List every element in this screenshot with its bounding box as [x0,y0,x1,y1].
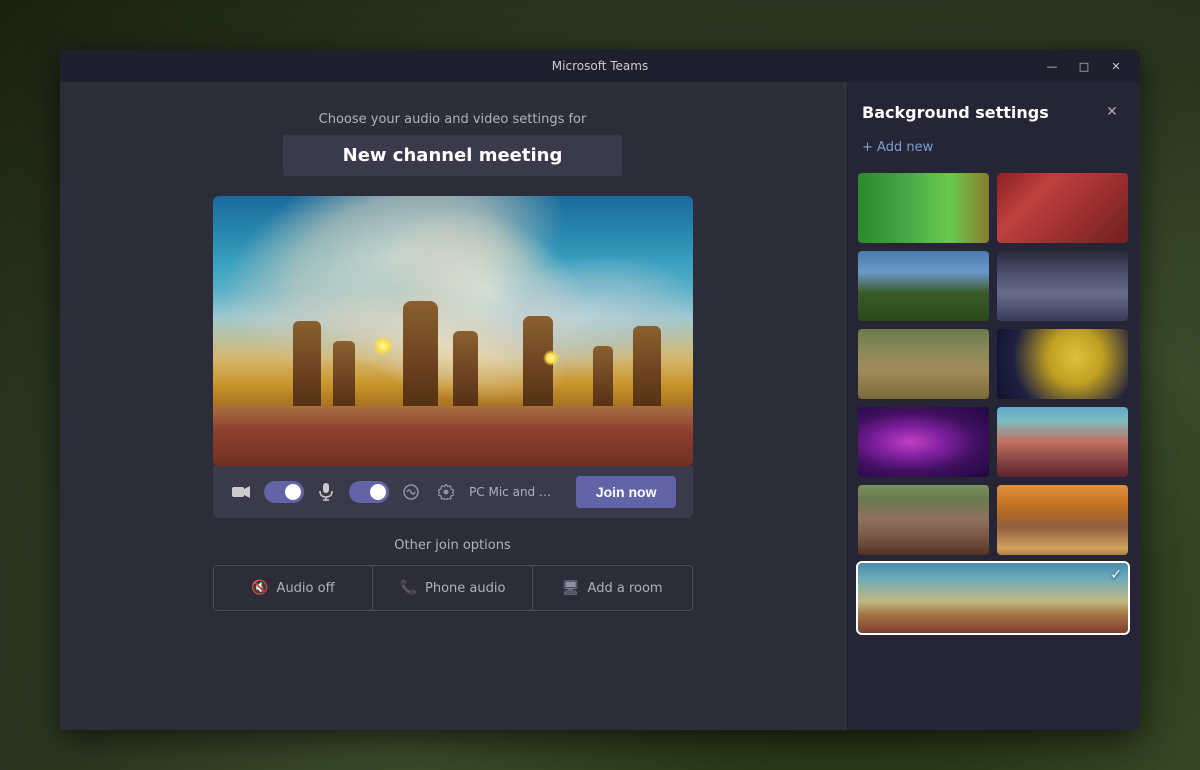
background-settings-panel: Background settings ✕ + Add new [845,82,1140,730]
meeting-title: New channel meeting [343,145,563,166]
bg-thumb-green-bar[interactable] [858,173,989,243]
window-title: Microsoft Teams [552,59,648,73]
bg-row-1 [858,251,1128,321]
selected-checkmark: ✓ [1110,567,1122,583]
join-now-button[interactable]: Join now [576,476,677,508]
rock-6 [593,346,613,411]
bg-thumb-scifi-arch[interactable] [997,251,1128,321]
bg-thumb-desert-swirl[interactable]: ✓ [858,563,1128,633]
bg-row-0 [858,173,1128,243]
audio-off-icon: 🔇 [251,580,268,596]
add-room-icon: 🖥 [562,580,580,596]
audio-device-label: PC Mic and Sp... [469,485,556,499]
noise-cancellation-icon[interactable] [399,478,424,506]
ground [213,406,693,466]
phone-audio-icon: 📞 [400,580,417,596]
mic-toggle[interactable] [349,481,389,503]
sun-glow-2 [543,350,559,366]
bg-panel-header: Background settings ✕ [846,82,1140,136]
bg-thumb-fantasy[interactable] [997,485,1128,555]
maximize-button[interactable]: □ [1072,54,1096,78]
application-window: Microsoft Teams — □ ✕ Choose your audio … [60,50,1140,730]
sun-glow-1 [373,336,393,356]
add-room-option[interactable]: 🖥 Add a room [533,566,692,610]
bg-row-4 [858,485,1128,555]
bg-panel-title: Background settings [862,103,1049,122]
video-toggle[interactable] [264,481,304,503]
audio-off-option[interactable]: 🔇 Audio off [214,566,374,610]
bg-row-3 [858,407,1128,477]
rock-3 [403,301,438,411]
rock-2 [333,341,355,411]
bg-row-5: ✓ [858,563,1128,633]
add-room-label: Add a room [588,581,663,596]
rock-7 [633,326,661,411]
rock-1 [293,321,321,411]
camera-icon[interactable] [229,478,254,506]
main-content: Choose your audio and video settings for… [60,82,845,730]
minimize-button[interactable]: — [1040,54,1064,78]
controls-bar: PC Mic and Sp... Join now [213,466,693,518]
add-new-label: + Add new [862,140,933,155]
meeting-title-bar: New channel meeting [283,135,623,176]
close-button[interactable]: ✕ [1104,54,1128,78]
bg-thumb-red-abstract[interactable] [997,173,1128,243]
microphone-icon[interactable] [314,478,339,506]
background-thumbnails: ✓ [846,169,1140,730]
bg-thumb-ruins[interactable] [858,329,989,399]
phone-audio-option[interactable]: 📞 Phone audio [373,566,533,610]
video-preview [213,196,693,466]
subtitle-text: Choose your audio and video settings for [319,112,587,127]
bg-thumb-planet[interactable] [997,329,1128,399]
window-controls: — □ ✕ [1040,54,1128,78]
settings-icon[interactable] [434,478,459,506]
bg-row-2 [858,329,1128,399]
join-options-bar: 🔇 Audio off 📞 Phone audio 🖥 Add a room [213,565,693,611]
audio-off-label: Audio off [277,581,335,596]
add-new-background-button[interactable]: + Add new [846,136,1140,169]
rock-4 [453,331,478,411]
bg-thumb-galaxy[interactable] [858,407,989,477]
bg-panel-close-button[interactable]: ✕ [1100,100,1124,124]
phone-audio-label: Phone audio [425,581,505,596]
bg-thumb-alien-landscape[interactable] [997,407,1128,477]
bg-thumb-mountain[interactable] [858,251,989,321]
window-body: Choose your audio and video settings for… [60,82,1140,730]
bg-thumb-cobblestone[interactable] [858,485,989,555]
video-background [213,196,693,466]
other-join-title: Other join options [394,538,510,553]
titlebar: Microsoft Teams — □ ✕ [60,50,1140,82]
